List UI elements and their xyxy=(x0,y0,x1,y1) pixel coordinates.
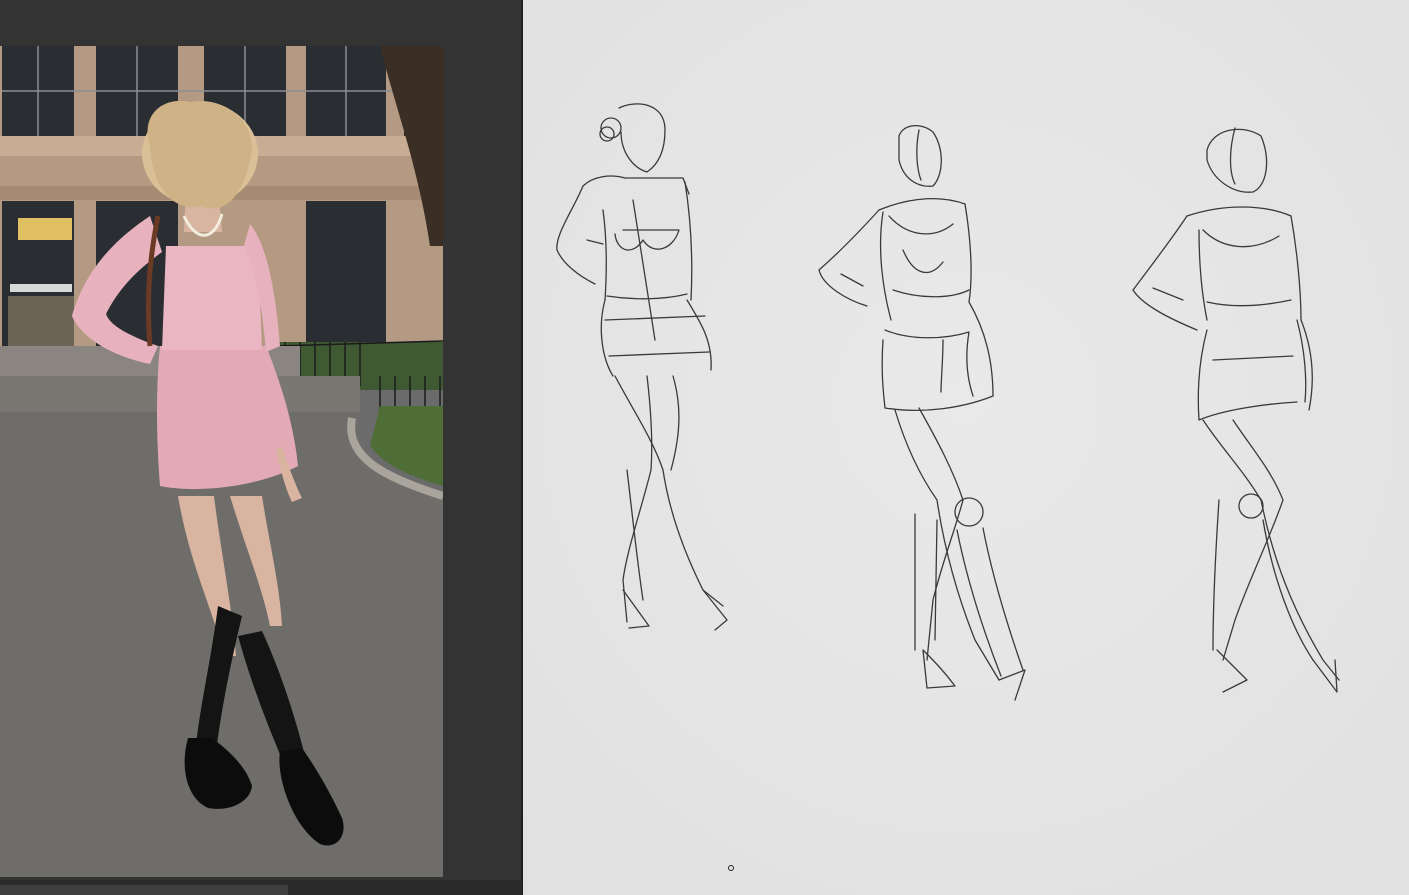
reference-panel xyxy=(0,0,522,895)
reference-photo[interactable] xyxy=(0,46,443,877)
horizontal-scrollbar[interactable] xyxy=(0,885,288,895)
pen-cursor-icon xyxy=(728,865,734,871)
drawing-canvas[interactable] xyxy=(522,0,1409,895)
drawing-app xyxy=(0,0,1409,895)
